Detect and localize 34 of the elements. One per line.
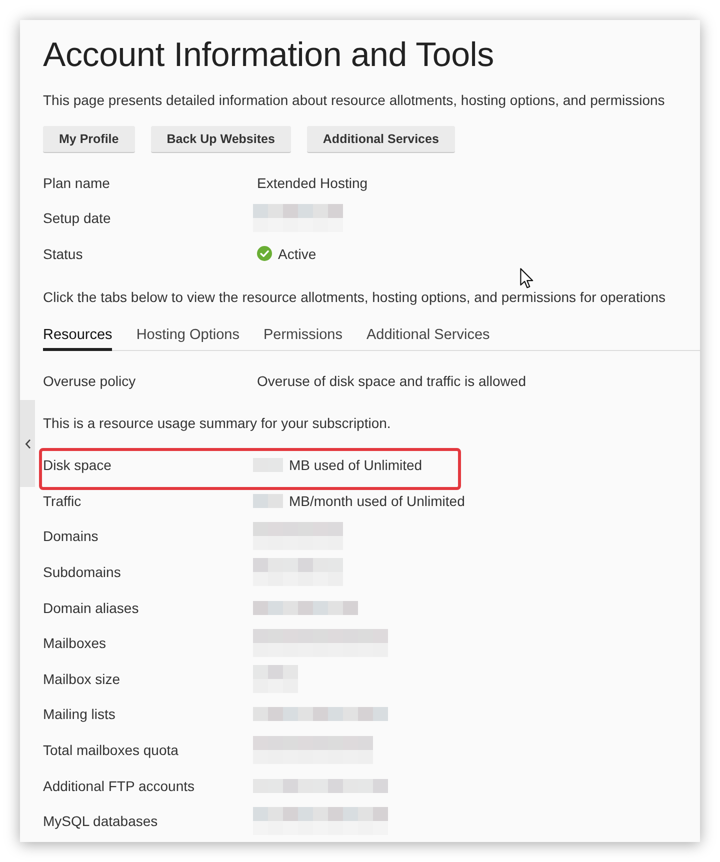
tab[interactable]: Permissions [263, 318, 342, 351]
action-button[interactable]: My Profile [43, 126, 135, 153]
field-label: Domains [43, 527, 100, 546]
field-label: Total mailboxes quota [43, 740, 180, 760]
field-label: Additional FTP accounts [43, 776, 196, 796]
field-label: Mailing lists [43, 705, 116, 724]
field-label: Disk space [43, 456, 112, 476]
tab[interactable]: Additional Services [366, 318, 490, 351]
action-button[interactable]: Additional Services [306, 126, 455, 153]
field-value: Overuse of disk space and traffic is allowed [257, 372, 526, 391]
field-label: Domain aliases [43, 598, 140, 618]
usage-intro: This is a resource usage summary for your subscription. [43, 414, 391, 434]
field-label: Setup date [43, 209, 112, 228]
chevron-left-icon [24, 438, 30, 448]
page-title: Account Information and Tools [43, 35, 494, 75]
field-label: Mailbox size [43, 670, 122, 689]
tab[interactable]: Hosting Options [136, 318, 240, 351]
field-label: Mailboxes [43, 634, 108, 654]
field-label: Plan name [43, 174, 111, 193]
field-label: Subdomains [43, 562, 122, 582]
action-button[interactable]: Back Up Websites [150, 126, 291, 153]
field-label: Overuse policy [43, 372, 137, 391]
field-label: MySQL databases [43, 812, 159, 832]
cursor-icon [520, 268, 534, 289]
sidebar-toggle[interactable] [20, 400, 35, 487]
tab[interactable]: Resources [43, 318, 112, 351]
page-description: This page presents detailed information about resource allotments, hosting options, and permissions [43, 91, 665, 110]
field-label: Traffic [43, 492, 82, 511]
tabs-hint: Click the tabs below to view the resource allotments, hosting options, and permissions for operations [43, 288, 666, 305]
field-value: Active [278, 244, 316, 264]
field-label: Status [43, 244, 84, 264]
field-value: MB/month used of Unlimited [289, 492, 465, 511]
field-value: Extended Hosting [257, 174, 368, 193]
field-value: MB used of Unlimited [289, 456, 422, 476]
